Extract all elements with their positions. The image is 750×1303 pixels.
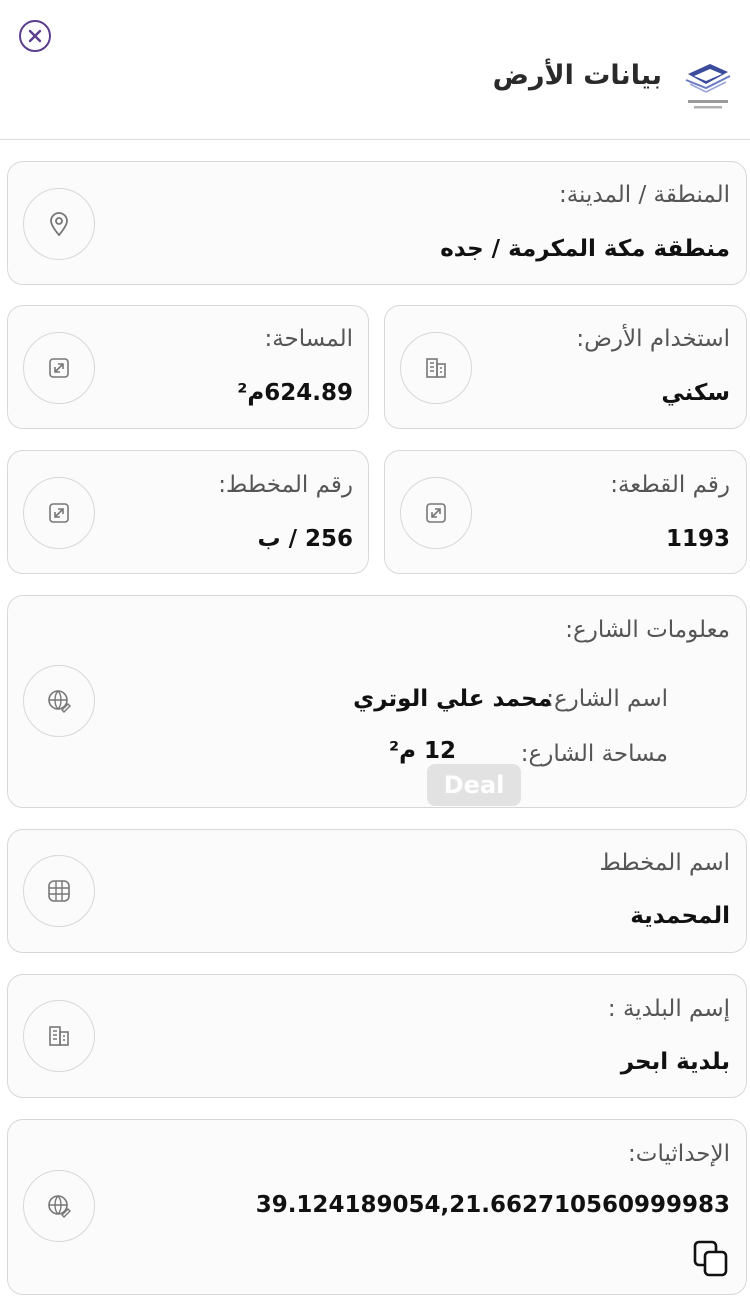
municipality-value: بلدية ابحر <box>620 1049 730 1075</box>
plan-number-value: 256 / ب <box>257 526 353 552</box>
plan-name-icon-button[interactable] <box>23 855 95 927</box>
parcel-number-label: رقم القطعة: <box>610 472 730 498</box>
globe-edit-icon <box>48 1195 71 1218</box>
region-label: المنطقة / المدينة: <box>558 182 730 208</box>
parcel-number-value: 1193 <box>665 526 730 552</box>
location-pin-icon <box>50 212 68 237</box>
coordinates-icon-button[interactable] <box>23 1170 95 1242</box>
land-use-value: سكني <box>661 380 730 406</box>
globe-edit-icon <box>48 690 71 713</box>
building-icon <box>426 358 446 378</box>
page-title: بيانات الأرض <box>492 60 662 91</box>
area-value: 624.89م² <box>237 380 353 406</box>
copy-icon[interactable] <box>692 1239 730 1279</box>
land-use-icon-button[interactable] <box>400 332 472 404</box>
region-value: منطقة مكة المكرمة / جده <box>440 236 730 262</box>
plan-number-label: رقم المخطط: <box>218 472 353 498</box>
region-icon-button[interactable] <box>23 188 95 260</box>
street-name-label: اسم الشارع: <box>546 686 668 712</box>
expand-icon <box>426 503 446 523</box>
close-button[interactable] <box>19 20 51 52</box>
land-use-label: استخدام الأرض: <box>576 326 730 352</box>
municipality-label: إسم البلدية : <box>607 996 730 1022</box>
plan-name-value: المحمدية <box>630 903 730 929</box>
municipality-card <box>7 974 747 1098</box>
street-area-label: مساحة الشارع: <box>520 741 668 767</box>
watermark-logo: Deal <box>427 764 521 806</box>
street-name-value: محمد علي الوتري <box>353 686 552 712</box>
ministry-logo-icon <box>685 64 731 109</box>
street-info-icon-button[interactable] <box>23 665 95 737</box>
plan-name-label: اسم المخطط <box>599 850 730 876</box>
region-card <box>7 161 747 285</box>
area-label: المساحة: <box>264 326 353 352</box>
expand-icon <box>49 503 69 523</box>
municipality-icon-button[interactable] <box>23 1000 95 1072</box>
coordinates-value: 39.124189054,21.662710560999983 <box>255 1192 730 1218</box>
building-icon <box>49 1026 69 1046</box>
street-info-label: معلومات الشارع: <box>565 617 730 643</box>
close-icon <box>28 29 42 43</box>
plan-name-card <box>7 829 747 953</box>
grid-icon <box>48 880 70 902</box>
coordinates-label: الإحداثيات: <box>628 1141 730 1167</box>
expand-icon <box>49 358 69 378</box>
parcel-number-icon-button[interactable] <box>400 477 472 549</box>
street-area-value: 12 م² <box>389 738 456 764</box>
header: بيانات الأرض <box>0 0 750 140</box>
